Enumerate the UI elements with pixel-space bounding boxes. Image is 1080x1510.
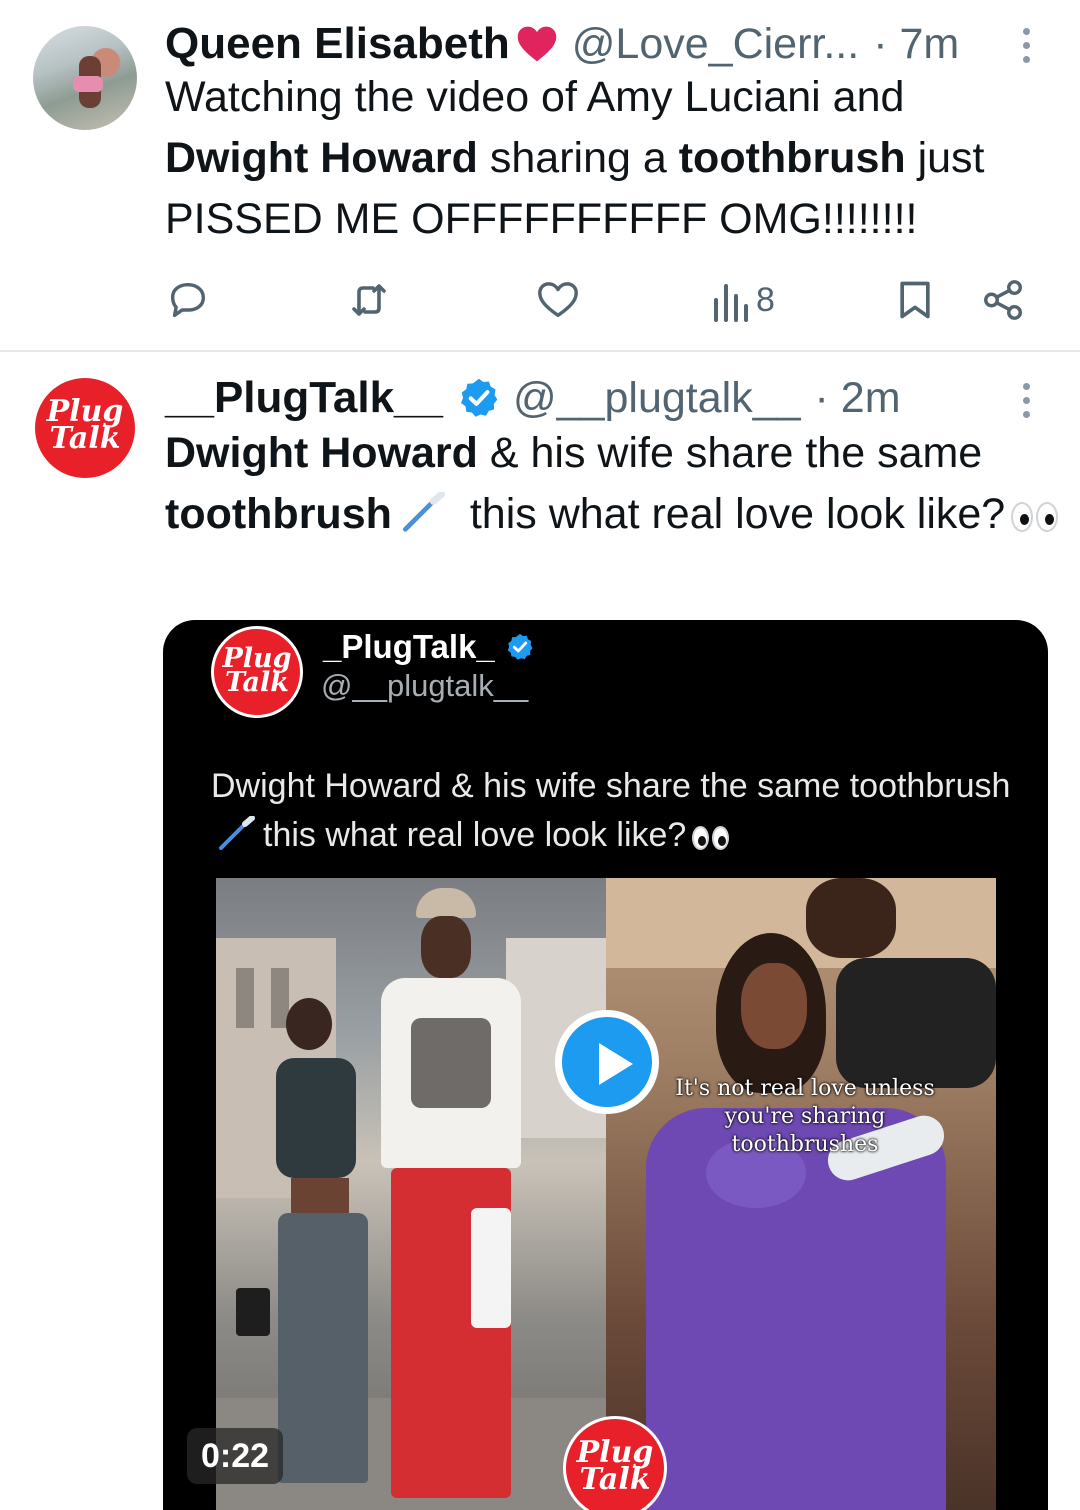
video-media-card[interactable]: Plug Talk _PlugTalk_ @__plugtalk__ Dwight… — [163, 620, 1048, 1510]
eyes-emoji-icon — [1011, 488, 1061, 549]
more-icon[interactable] — [1020, 28, 1032, 63]
timestamp[interactable]: · 2m — [815, 374, 901, 423]
share-icon — [984, 280, 1022, 320]
media-handle: @__plugtalk__ — [321, 668, 529, 703]
media-display-name: _PlugTalk_ — [323, 628, 535, 666]
views-button[interactable]: 8 — [710, 270, 775, 330]
media-text: Dwight Howard & his wife share the same … — [211, 762, 1011, 864]
views-count: 8 — [756, 280, 775, 319]
verified-icon — [507, 633, 533, 660]
tweet-text: Watching the video of Amy Luciani and Dw… — [165, 73, 985, 243]
video-duration: 0:22 — [187, 1428, 284, 1484]
user-handle[interactable]: @__plugtalk__ — [513, 374, 801, 423]
tweet-queen-elisabeth[interactable]: Queen Elisabeth @Love_Cierr... · 7m Watc… — [0, 0, 1080, 350]
reply-button[interactable] — [165, 270, 211, 330]
display-name[interactable]: __PlugTalk__ — [165, 373, 443, 423]
bookmark-button[interactable] — [893, 270, 937, 330]
plugtalk-logo: Plug Talk — [46, 394, 124, 456]
tweet-header: __PlugTalk__ @__plugtalk__ · 2m — [165, 372, 901, 424]
avatar[interactable]: Plug Talk — [35, 378, 135, 478]
tweet-text: Dwight Howard & his wife share the same … — [165, 423, 1065, 549]
bookmark-icon — [900, 281, 930, 319]
toothbrush-emoji-icon — [402, 492, 445, 532]
heart-emoji-icon — [517, 26, 557, 62]
media-watermark-logo: Plug Talk — [563, 1416, 667, 1510]
toothbrush-emoji-icon — [219, 816, 255, 850]
like-icon — [538, 282, 578, 318]
video-frame-left — [216, 878, 606, 1510]
views-icon — [714, 284, 748, 322]
video-frame-right — [606, 878, 996, 1510]
avatar-photo-detail — [73, 76, 103, 92]
avatar[interactable] — [33, 26, 137, 130]
repost-icon — [352, 284, 386, 316]
timestamp[interactable]: · 7m — [873, 20, 959, 69]
eyes-emoji-icon — [692, 815, 732, 864]
plugtalk-logo: Plug Talk — [576, 1435, 654, 1497]
tweet-header: Queen Elisabeth @Love_Cierr... · 7m — [165, 18, 959, 70]
reply-icon — [170, 282, 206, 318]
repost-button[interactable] — [345, 270, 393, 330]
like-button[interactable] — [535, 270, 581, 330]
user-handle[interactable]: @Love_Cierr... — [572, 20, 859, 69]
verified-icon — [461, 378, 498, 417]
more-icon[interactable] — [1020, 383, 1032, 418]
plugtalk-logo: Plug Talk — [222, 643, 292, 699]
share-button[interactable] — [980, 270, 1026, 330]
video-caption: It's not real love unless you're sharing… — [675, 1076, 935, 1157]
display-name[interactable]: Queen Elisabeth — [165, 19, 510, 69]
action-bar: 8 — [165, 270, 1035, 330]
play-icon[interactable] — [555, 1010, 659, 1114]
media-avatar: Plug Talk — [211, 626, 303, 718]
